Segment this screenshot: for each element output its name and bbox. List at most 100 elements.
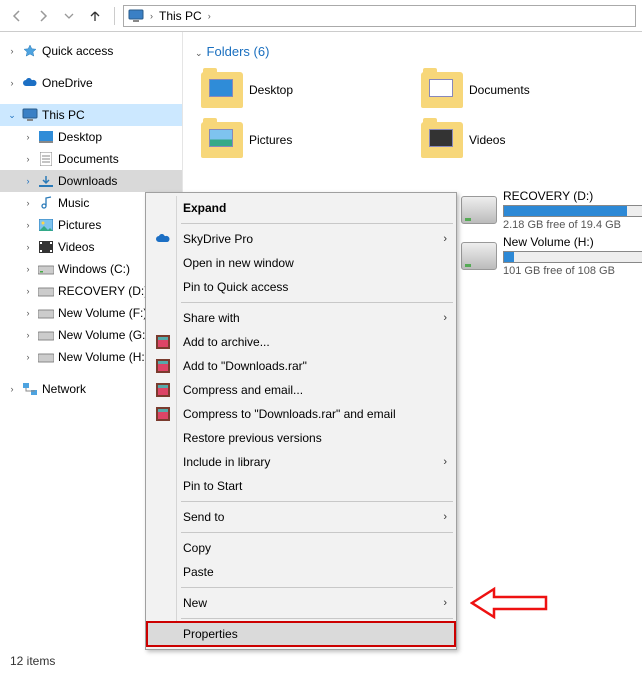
status-bar-item-count: 12 items <box>10 654 55 668</box>
tree-label: Downloads <box>58 174 117 188</box>
tree-label: OneDrive <box>42 76 93 90</box>
context-item-new[interactable]: New› <box>147 591 455 615</box>
folder-icon <box>421 122 463 158</box>
tree-desktop[interactable]: › Desktop <box>0 126 182 148</box>
up-button[interactable] <box>84 5 106 27</box>
folder-icon <box>201 72 243 108</box>
context-separator <box>181 587 453 588</box>
context-item-pin-quick-access[interactable]: Pin to Quick access <box>147 275 455 299</box>
drive-icon <box>38 327 54 343</box>
submenu-arrow-icon: › <box>443 312 447 324</box>
tree-label: RECOVERY (D:) <box>58 284 148 298</box>
folder-label: Videos <box>469 133 505 147</box>
tree-quick-access[interactable]: › Quick access <box>0 40 182 62</box>
tree-downloads[interactable]: › Downloads <box>0 170 182 192</box>
archive-icon <box>155 406 171 422</box>
context-separator <box>181 532 453 533</box>
drive-capacity-bar <box>503 205 642 217</box>
back-button[interactable] <box>6 5 28 27</box>
folder-videos[interactable]: Videos <box>421 117 601 163</box>
drive-free-label: 2.18 GB free of 19.4 GB <box>503 219 642 231</box>
download-icon <box>38 173 54 189</box>
tree-label: Videos <box>58 240 94 254</box>
drive-icon <box>38 349 54 365</box>
tree-label: Quick access <box>42 44 113 58</box>
context-item-expand[interactable]: Expand <box>147 196 455 220</box>
tree-label: Pictures <box>58 218 101 232</box>
context-item-open-new-window[interactable]: Open in new window <box>147 251 455 275</box>
folder-desktop[interactable]: Desktop <box>201 67 381 113</box>
context-item-properties[interactable]: Properties <box>147 622 455 646</box>
context-item-pin-start[interactable]: Pin to Start <box>147 474 455 498</box>
folders-heading-label: Folders (6) <box>207 44 270 59</box>
archive-icon <box>155 382 171 398</box>
tree-label: Windows (C:) <box>58 262 130 276</box>
context-item-restore-versions[interactable]: Restore previous versions <box>147 426 455 450</box>
forward-button[interactable] <box>32 5 54 27</box>
cloud-icon <box>155 231 171 247</box>
tree-label: This PC <box>42 108 85 122</box>
folder-pictures[interactable]: Pictures <box>201 117 381 163</box>
chevron-right-icon: › <box>22 220 34 230</box>
drive-icon <box>461 196 497 224</box>
drive-label: RECOVERY (D:) <box>503 189 642 203</box>
tree-label: New Volume (G:) <box>58 328 149 342</box>
cloud-icon <box>22 75 38 91</box>
context-separator <box>181 302 453 303</box>
breadcrumb-this-pc[interactable]: This PC <box>159 9 202 23</box>
annotation-arrow <box>470 586 548 620</box>
monitor-icon <box>22 107 38 123</box>
picture-icon <box>38 217 54 233</box>
context-item-compress-email[interactable]: Compress and email... <box>147 378 455 402</box>
chevron-right-icon: › <box>22 176 34 186</box>
context-item-paste[interactable]: Paste <box>147 560 455 584</box>
tree-label: Network <box>42 382 86 396</box>
context-item-add-archive[interactable]: Add to archive... <box>147 330 455 354</box>
context-separator <box>181 501 453 502</box>
recent-locations-button[interactable] <box>58 5 80 27</box>
document-icon <box>38 151 54 167</box>
submenu-arrow-icon: › <box>443 597 447 609</box>
context-item-skydrive[interactable]: SkyDrive Pro› <box>147 227 455 251</box>
chevron-right-icon: › <box>22 264 34 274</box>
breadcrumb-separator: › <box>208 11 211 21</box>
tree-onedrive[interactable]: › OneDrive <box>0 72 182 94</box>
chevron-right-icon: › <box>22 132 34 142</box>
this-pc-icon <box>128 9 144 23</box>
drive-label: New Volume (H:) <box>503 235 642 249</box>
chevron-down-icon: ⌄ <box>6 110 18 121</box>
chevron-right-icon: › <box>22 330 34 340</box>
context-item-share-with[interactable]: Share with› <box>147 306 455 330</box>
folder-label: Desktop <box>249 83 293 97</box>
folder-label: Pictures <box>249 133 292 147</box>
drive-icon <box>38 261 54 277</box>
tree-label: Music <box>58 196 89 210</box>
folder-documents[interactable]: Documents <box>421 67 601 113</box>
tree-label: New Volume (H:) <box>58 350 149 364</box>
folder-icon <box>201 122 243 158</box>
tree-documents[interactable]: › Documents <box>0 148 182 170</box>
context-item-send-to[interactable]: Send to› <box>147 505 455 529</box>
drive-capacity-bar <box>503 251 642 263</box>
address-bar[interactable]: › This PC › <box>123 5 636 27</box>
toolbar-separator <box>114 7 115 25</box>
navigation-toolbar: › This PC › <box>0 0 642 32</box>
context-menu: Expand SkyDrive Pro› Open in new window … <box>145 192 457 650</box>
chevron-right-icon: › <box>22 242 34 252</box>
tree-this-pc[interactable]: ⌄ This PC <box>0 104 182 126</box>
folders-heading[interactable]: ⌄Folders (6) <box>195 40 642 67</box>
desktop-icon <box>38 129 54 145</box>
submenu-arrow-icon: › <box>443 511 447 523</box>
context-item-copy[interactable]: Copy <box>147 536 455 560</box>
context-item-compress-rar-email[interactable]: Compress to "Downloads.rar" and email <box>147 402 455 426</box>
drive-new-volume-h[interactable]: New Volume (H:) 101 GB free of 108 GB <box>461 233 642 279</box>
drive-free-label: 101 GB free of 108 GB <box>503 265 642 277</box>
context-item-add-rar[interactable]: Add to "Downloads.rar" <box>147 354 455 378</box>
drive-icon <box>38 305 54 321</box>
context-item-include-library[interactable]: Include in library› <box>147 450 455 474</box>
chevron-right-icon: › <box>6 78 18 88</box>
tree-label: Desktop <box>58 130 102 144</box>
chevron-right-icon: › <box>22 308 34 318</box>
drive-recovery-d[interactable]: RECOVERY (D:) 2.18 GB free of 19.4 GB <box>461 187 642 233</box>
chevron-right-icon: › <box>22 198 34 208</box>
